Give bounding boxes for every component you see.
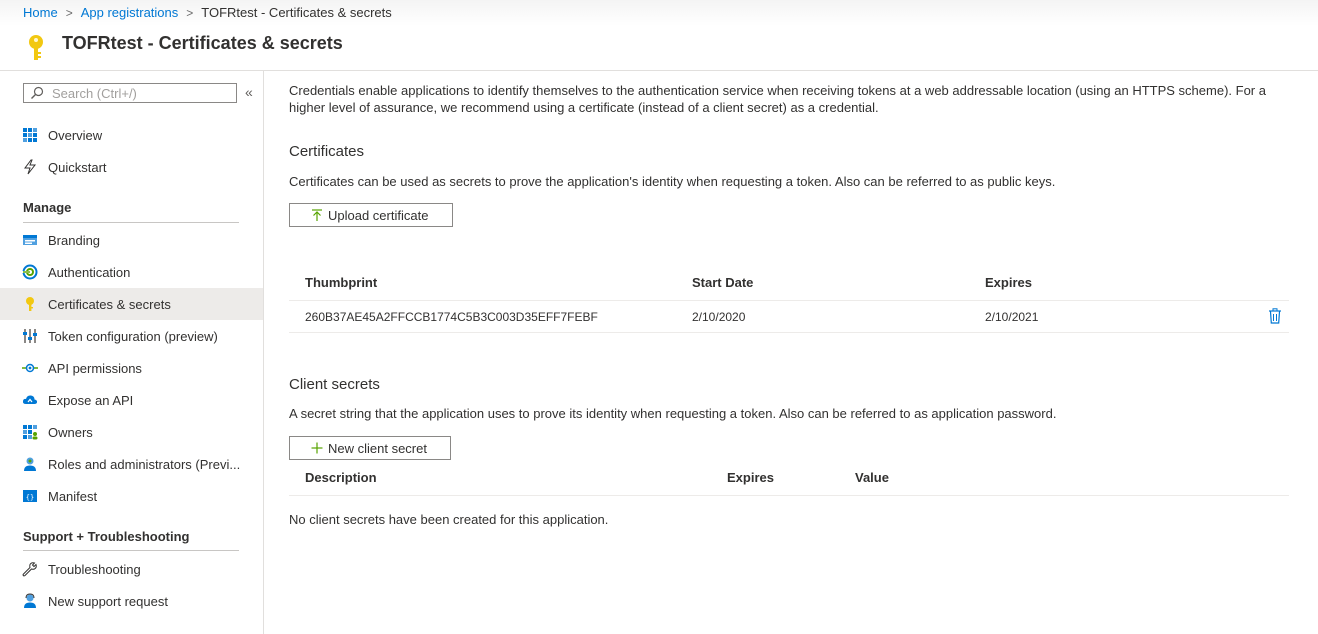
table-divider (289, 332, 1289, 333)
column-header-start-date: Start Date (692, 275, 754, 290)
upload-icon (312, 208, 322, 221)
column-header-thumbprint: Thumbprint (305, 275, 378, 290)
title-row: TOFRtest - Certificates & secrets (0, 26, 1318, 71)
breadcrumb-current: TOFRtest - Certificates & secrets (201, 5, 392, 20)
sidebar-item-token-configuration[interactable]: Token configuration (preview) (0, 320, 263, 352)
support-person-icon (22, 593, 38, 609)
grid-icon (22, 127, 38, 143)
column-header-expires: Expires (727, 470, 774, 485)
cert-start-date: 2/10/2020 (692, 310, 746, 324)
collapse-sidebar-icon[interactable]: « (245, 84, 253, 100)
column-header-expires: Expires (985, 275, 1032, 290)
section-header-manage: Manage (23, 200, 72, 215)
svg-text:{}: {} (26, 494, 34, 502)
chevron-right-icon: > (186, 5, 194, 20)
client-secrets-description: A secret string that the application use… (289, 406, 1057, 421)
search-box[interactable] (23, 83, 237, 103)
authentication-icon (22, 264, 38, 280)
lightning-icon (22, 159, 38, 175)
sidebar-item-label: New support request (48, 594, 168, 609)
manifest-icon: {} (22, 488, 38, 504)
cert-expires: 2/10/2021 (985, 310, 1039, 324)
breadcrumb-app-registrations[interactable]: App registrations (81, 5, 179, 20)
client-secrets-heading: Client secrets (289, 376, 380, 393)
sidebar-item-authentication[interactable]: Authentication (0, 256, 263, 288)
sidebar-item-troubleshooting[interactable]: Troubleshooting (0, 553, 263, 585)
sidebar-item-quickstart[interactable]: Quickstart (0, 151, 263, 183)
divider (23, 550, 239, 551)
token-config-icon (22, 328, 38, 344)
breadcrumb-home[interactable]: Home (23, 5, 58, 20)
column-header-value: Value (855, 470, 889, 485)
cert-thumbprint: 260B37AE45A2FFCCB1774C5B3C003D35EFF7FEBF (305, 310, 598, 324)
section-header-support: Support + Troubleshooting (23, 529, 190, 544)
key-icon (22, 296, 38, 312)
sidebar-item-new-support-request[interactable]: New support request (0, 585, 263, 617)
sidebar-item-label: Branding (48, 233, 101, 248)
sidebar-item-label: Expose an API (48, 393, 134, 408)
top-bar: Home > App registrations > TOFRtest - Ce… (0, 0, 1318, 26)
sidebar-item-branding[interactable]: Branding (0, 224, 263, 256)
sidebar-item-label: Troubleshooting (48, 562, 141, 577)
roles-icon (22, 456, 38, 472)
sidebar-item-label: Overview (48, 128, 103, 143)
divider (23, 222, 239, 223)
sidebar-item-label: Certificates & secrets (48, 297, 171, 312)
page-title: TOFRtest - Certificates & secrets (62, 33, 343, 53)
new-client-secret-label: New client secret (328, 440, 427, 456)
sidebar-item-expose-api[interactable]: Expose an API (0, 384, 263, 416)
sidebar-item-overview[interactable]: Overview (0, 119, 263, 151)
table-divider (289, 495, 1289, 496)
api-permissions-icon (22, 360, 38, 376)
search-input[interactable] (52, 85, 222, 101)
owners-icon (22, 424, 38, 440)
sidebar-item-label: Owners (48, 425, 93, 440)
sidebar: « Overview Quickstart Manage Branding Au… (0, 71, 264, 634)
upload-certificate-label: Upload certificate (328, 207, 429, 223)
sidebar-item-label: Token configuration (preview) (48, 329, 218, 344)
cloud-icon (22, 392, 38, 408)
new-client-secret-button[interactable]: New client secret (289, 436, 451, 460)
sidebar-item-certificates-secrets[interactable]: Certificates & secrets (0, 288, 263, 320)
sidebar-item-label: Authentication (48, 265, 131, 280)
upload-certificate-button[interactable]: Upload certificate (289, 203, 453, 227)
empty-secrets-message: No client secrets have been created for … (289, 512, 609, 527)
table-divider (289, 300, 1289, 301)
sidebar-item-label: Quickstart (48, 160, 107, 175)
certificates-heading: Certificates (289, 143, 365, 160)
certificates-description: Certificates can be used as secrets to p… (289, 174, 1056, 189)
column-header-description: Description (305, 470, 377, 485)
plus-icon (311, 442, 323, 454)
key-icon (26, 34, 46, 65)
sidebar-item-roles-administrators[interactable]: Roles and administrators (Previ... (0, 448, 263, 480)
breadcrumb: Home > App registrations > TOFRtest - Ce… (23, 5, 392, 20)
search-icon (31, 86, 44, 99)
sidebar-item-label: API permissions (48, 361, 142, 376)
sidebar-item-label: Roles and administrators (Previ... (48, 457, 241, 472)
sidebar-item-api-permissions[interactable]: API permissions (0, 352, 263, 384)
sidebar-item-label: Manifest (48, 489, 98, 504)
sidebar-item-manifest[interactable]: {} Manifest (0, 480, 263, 512)
chevron-right-icon: > (65, 5, 73, 20)
branding-icon (22, 232, 38, 248)
wrench-icon (22, 561, 38, 577)
intro-text: Credentials enable applications to ident… (289, 83, 1266, 115)
sidebar-item-owners[interactable]: Owners (0, 416, 263, 448)
delete-icon[interactable] (1268, 308, 1282, 327)
